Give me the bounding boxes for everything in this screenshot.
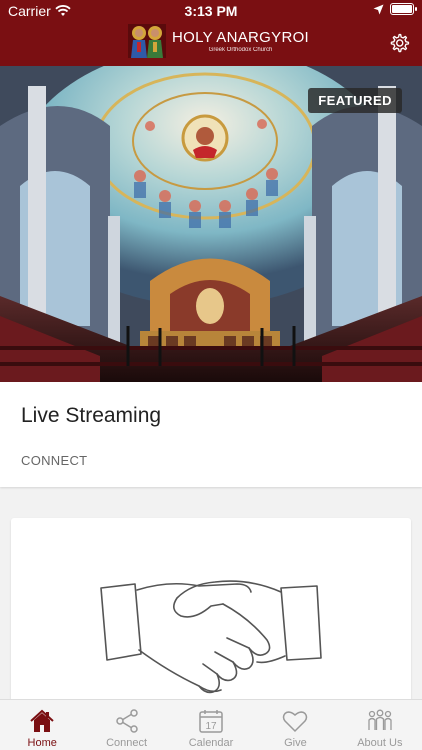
handshake-icon: [100, 580, 322, 694]
tab-label: About Us: [357, 737, 403, 749]
tab-calendar[interactable]: 17 Calendar: [169, 700, 253, 750]
tab-bar: Home Connect 17 Calendar Give About Us: [0, 699, 422, 750]
tab-give[interactable]: Give: [253, 700, 337, 750]
church-name: HOLY ANARGYROI: [172, 28, 310, 46]
church-logo[interactable]: HOLY ANARGYROI Greek Orthodox Church: [128, 24, 309, 58]
saints-icon: [128, 24, 166, 58]
gear-icon[interactable]: [388, 32, 410, 54]
connect-card[interactable]: [11, 518, 411, 718]
home-icon: [30, 709, 54, 732]
people-icon: [368, 709, 392, 730]
church-interior-image: [0, 66, 422, 382]
tab-connect[interactable]: Connect: [84, 700, 168, 750]
app-screen: Carrier 3:13 PM HOLY ANARGYROI Greek Ort…: [0, 0, 422, 750]
tab-label: Calendar: [188, 737, 234, 749]
tab-about-us[interactable]: About Us: [338, 700, 422, 750]
tab-label: Give: [284, 737, 307, 749]
tab-home[interactable]: Home: [0, 700, 84, 750]
status-time: 3:13 PM: [184, 3, 238, 19]
location-arrow-icon: [373, 4, 384, 14]
calendar-icon: 17: [199, 710, 223, 733]
logo-text: HOLY ANARGYROI Greek Orthodox Church: [172, 30, 309, 53]
tab-label: Connect: [106, 737, 148, 749]
card-title: Live Streaming: [21, 404, 162, 427]
app-header: Carrier 3:13 PM HOLY ANARGYROI Greek Ort…: [0, 0, 422, 66]
tab-label: Home: [27, 737, 57, 749]
share-icon: [115, 709, 138, 733]
battery-icon: [390, 3, 417, 15]
status-bar: Carrier 3:13 PM: [0, 0, 422, 22]
nav-bar: HOLY ANARGYROI Greek Orthodox Church: [0, 22, 422, 66]
church-subtitle: Greek Orthodox Church: [208, 46, 273, 53]
svg-text:17: 17: [205, 721, 217, 732]
heart-icon: [283, 711, 308, 733]
status-right: [373, 3, 417, 15]
card-category: CONNECT: [21, 453, 88, 468]
featured-image[interactable]: FEATURED: [0, 66, 422, 382]
featured-badge: FEATURED: [308, 88, 402, 113]
live-streaming-card[interactable]: Live Streaming CONNECT: [0, 382, 422, 487]
